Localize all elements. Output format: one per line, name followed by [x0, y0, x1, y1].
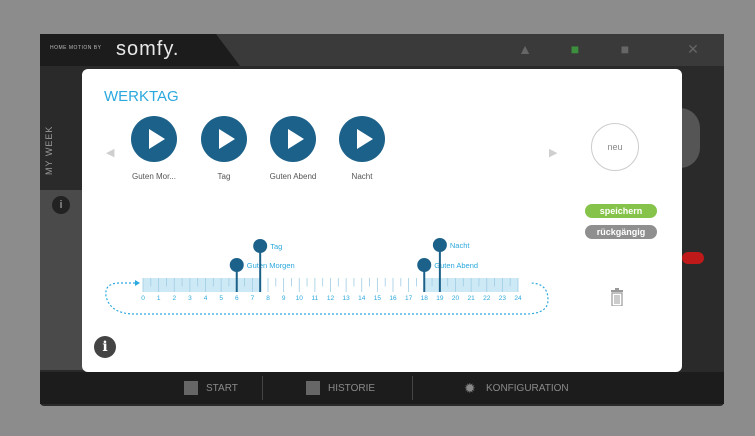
hour-label: 12	[327, 295, 335, 302]
hour-label: 20	[452, 295, 460, 302]
hour-label: 22	[483, 295, 491, 302]
hour-label: 23	[499, 295, 507, 302]
event-marker	[417, 258, 432, 272]
hour-label: 18	[421, 295, 429, 302]
hour-label: 4	[204, 295, 208, 302]
hour-label: 15	[374, 295, 382, 302]
hour-label: 11	[312, 295, 319, 302]
event-marker	[432, 238, 447, 252]
event-marker	[229, 258, 244, 272]
hour-label: 8	[266, 295, 270, 302]
loop-arrow-icon	[135, 280, 140, 286]
hour-label: 5	[219, 295, 223, 302]
hour-label: 14	[358, 295, 366, 302]
hour-label: 0	[141, 295, 145, 302]
hour-label: 1	[157, 295, 161, 302]
event-label: Tag	[270, 242, 282, 251]
hour-label: 6	[235, 295, 239, 302]
hour-label: 21	[468, 295, 476, 302]
hour-label: 3	[188, 295, 192, 302]
timeline-segment	[260, 278, 425, 292]
timeline-segment	[236, 278, 261, 292]
hour-label: 9	[282, 295, 286, 302]
event-marker	[253, 239, 268, 253]
hour-label: 7	[251, 295, 255, 302]
event-label: Nacht	[450, 241, 471, 250]
hour-label: 13	[343, 295, 351, 302]
day-timeline[interactable]: 0 1 2 3 4 5 6 7 8 9 10 11 12 13 14 15 16 17 18 19 20 21 22 23 24…	[0, 0, 755, 436]
event-label: Guten Morgen	[247, 261, 295, 270]
hour-label: 17	[405, 295, 413, 302]
hour-label: 16	[389, 295, 397, 302]
hour-label: 19	[436, 295, 444, 302]
hour-label: 24	[514, 295, 522, 302]
hour-label: 2	[172, 295, 176, 302]
hour-label: 10	[296, 295, 304, 302]
